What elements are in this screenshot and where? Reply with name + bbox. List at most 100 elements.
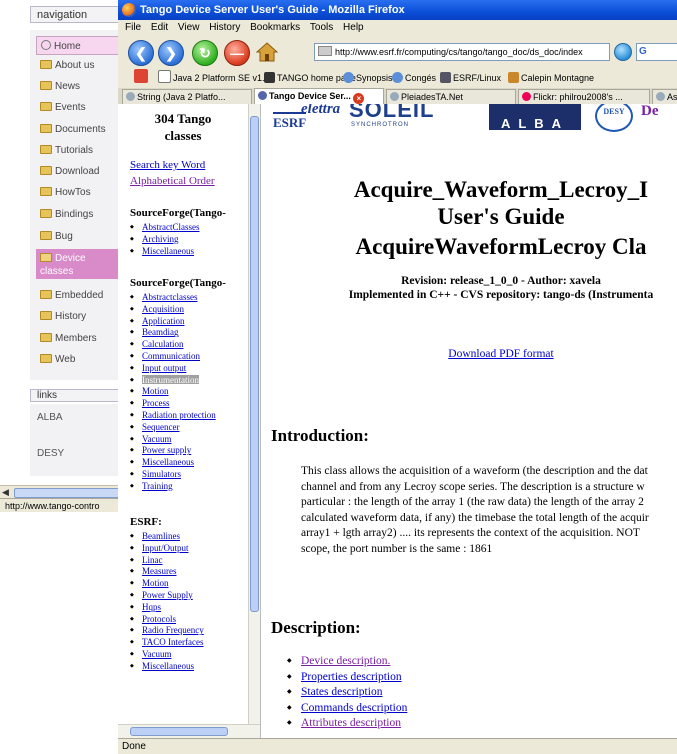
nav-item-history[interactable]: History: [36, 307, 120, 326]
nav-item-members[interactable]: Members: [36, 329, 120, 348]
list-item[interactable]: Measures: [130, 566, 204, 578]
nav-item-howtos[interactable]: HowTos: [36, 183, 120, 202]
list-item-link[interactable]: Linac: [142, 555, 163, 565]
list-item-link[interactable]: Motion: [142, 578, 169, 588]
list-item-link[interactable]: Communication: [142, 351, 200, 361]
list-item-link[interactable]: Miscellaneous: [142, 457, 194, 467]
list-item-link[interactable]: Calculation: [142, 339, 184, 349]
menu-file[interactable]: File: [125, 22, 141, 33]
menu-tools[interactable]: Tools: [310, 22, 333, 33]
list-item-link[interactable]: Motion: [142, 386, 169, 396]
list-item-link[interactable]: Vacuum: [142, 434, 172, 444]
list-item[interactable]: Radiation protection: [130, 410, 216, 422]
link-desy[interactable]: DESY: [37, 448, 64, 459]
list-item-link[interactable]: Instrumentation: [142, 374, 199, 385]
title-bar[interactable]: Tango Device Server User's Guide - Mozil…: [118, 0, 677, 20]
reload-button[interactable]: ↻: [192, 40, 218, 66]
list-item-link[interactable]: Radio Frequency: [142, 625, 204, 635]
list-item-link[interactable]: Miscellaneous: [142, 661, 194, 671]
address-bar[interactable]: http://www.esrf.fr/computing/cs/tango/ta…: [314, 43, 610, 61]
tab-pleiades[interactable]: PleiadesTA.Net: [386, 89, 516, 104]
list-item-link[interactable]: Vacuum: [142, 649, 172, 659]
index-horizontal-scrollbar[interactable]: [118, 724, 260, 738]
list-item-link[interactable]: Archiving: [142, 234, 179, 244]
search-key-word-link[interactable]: Search key Word: [130, 159, 205, 171]
list-item-link[interactable]: Sequencer: [142, 422, 179, 432]
back-button[interactable]: ❮: [128, 40, 154, 66]
menu-help[interactable]: Help: [343, 22, 364, 33]
nav-item-home[interactable]: Home: [36, 36, 120, 55]
nav-item-bindings[interactable]: Bindings: [36, 205, 120, 224]
list-item[interactable]: Miscellaneous: [130, 246, 200, 258]
list-item[interactable]: Beamdiag: [130, 327, 216, 339]
list-item[interactable]: Protocols: [130, 614, 204, 626]
stop-button[interactable]: —: [224, 40, 250, 66]
list-item[interactable]: Beamlines: [130, 531, 204, 543]
list-item[interactable]: Radio Frequency: [130, 625, 204, 637]
tab-partial[interactable]: As: [652, 89, 677, 104]
list-item-link[interactable]: Abstractclasses: [142, 292, 197, 302]
list-item-link[interactable]: Application: [142, 316, 185, 326]
list-item[interactable]: Linac: [130, 555, 204, 567]
list-item-link[interactable]: Process: [142, 398, 170, 408]
tab-tango-device-server[interactable]: Tango Device Ser... ×: [254, 88, 384, 104]
list-item-highlighted[interactable]: Instrumentation: [130, 374, 216, 387]
list-item[interactable]: Training: [130, 481, 216, 493]
list-item[interactable]: Attributes description: [287, 716, 407, 732]
nav-item-tutorials[interactable]: Tutorials: [36, 141, 120, 160]
list-item-link[interactable]: Radiation protection: [142, 410, 216, 420]
nav-item-news[interactable]: News: [36, 77, 120, 96]
list-item[interactable]: Vacuum: [130, 649, 204, 661]
properties-description-link[interactable]: Properties description: [301, 671, 402, 683]
soleil-logo[interactable]: SOLEIL: [349, 104, 434, 123]
link-alba[interactable]: ALBA: [37, 412, 63, 423]
list-item[interactable]: Input output: [130, 363, 216, 375]
nav-item-documents[interactable]: Documents: [36, 120, 120, 139]
commands-description-link[interactable]: Commands description: [301, 702, 407, 714]
list-item-link[interactable]: Power supply: [142, 445, 191, 455]
elettra-logo[interactable]: elettra: [301, 104, 340, 118]
nav-item-bug[interactable]: Bug: [36, 227, 120, 246]
go-button[interactable]: [614, 43, 632, 61]
list-item[interactable]: States description: [287, 685, 407, 701]
tab-string-java[interactable]: String (Java 2 Platfo...: [122, 89, 252, 104]
list-item[interactable]: Application: [130, 316, 216, 328]
device-description-link[interactable]: Device description.: [301, 655, 390, 667]
bookmark-synopsis[interactable]: Synopsis: [343, 68, 393, 88]
list-item-link[interactable]: Power Supply: [142, 590, 193, 600]
bookmark-esrf-linux[interactable]: ESRF/Linux: [440, 68, 501, 88]
list-item[interactable]: Calculation: [130, 339, 216, 351]
download-pdf-link[interactable]: Download PDF format: [261, 348, 677, 360]
list-item[interactable]: Simulators: [130, 469, 216, 481]
bookmark-rss[interactable]: [134, 68, 150, 88]
list-item-link[interactable]: Beamlines: [142, 531, 180, 541]
alba-logo[interactable]: ALBA: [489, 104, 581, 130]
list-item-link[interactable]: Hqps: [142, 602, 161, 612]
menu-bookmarks[interactable]: Bookmarks: [250, 22, 300, 33]
list-item[interactable]: Input/Output: [130, 543, 204, 555]
list-item[interactable]: Device description.: [287, 654, 407, 670]
list-item[interactable]: Miscellaneous: [130, 457, 216, 469]
list-item[interactable]: Commands description: [287, 701, 407, 717]
list-item[interactable]: Power supply: [130, 445, 216, 457]
attributes-description-link[interactable]: Attributes description: [301, 717, 401, 729]
bookmark-conges[interactable]: Congés: [392, 68, 436, 88]
list-item-link[interactable]: Training: [142, 481, 173, 491]
list-item-link[interactable]: Miscellaneous: [142, 246, 194, 256]
list-item[interactable]: Power Supply: [130, 590, 204, 602]
list-item[interactable]: Properties description: [287, 670, 407, 686]
list-item-link[interactable]: TACO Interfaces: [142, 637, 204, 647]
scrollbar-thumb[interactable]: [14, 488, 128, 498]
list-item[interactable]: Vacuum: [130, 434, 216, 446]
list-item[interactable]: Sequencer: [130, 422, 216, 434]
nav-item-download[interactable]: Download: [36, 162, 120, 181]
search-box[interactable]: G: [636, 43, 677, 61]
list-item[interactable]: Miscellaneous: [130, 661, 204, 673]
list-item[interactable]: Communication: [130, 351, 216, 363]
close-tab-icon[interactable]: ×: [353, 93, 365, 104]
scrollbar-thumb[interactable]: [250, 116, 259, 612]
alphabetical-order-link[interactable]: Alphabetical Order: [130, 175, 215, 187]
background-horizontal-scrollbar[interactable]: ◀: [0, 485, 130, 498]
list-item[interactable]: Acquisition: [130, 304, 216, 316]
list-item-link[interactable]: Input output: [142, 363, 186, 373]
